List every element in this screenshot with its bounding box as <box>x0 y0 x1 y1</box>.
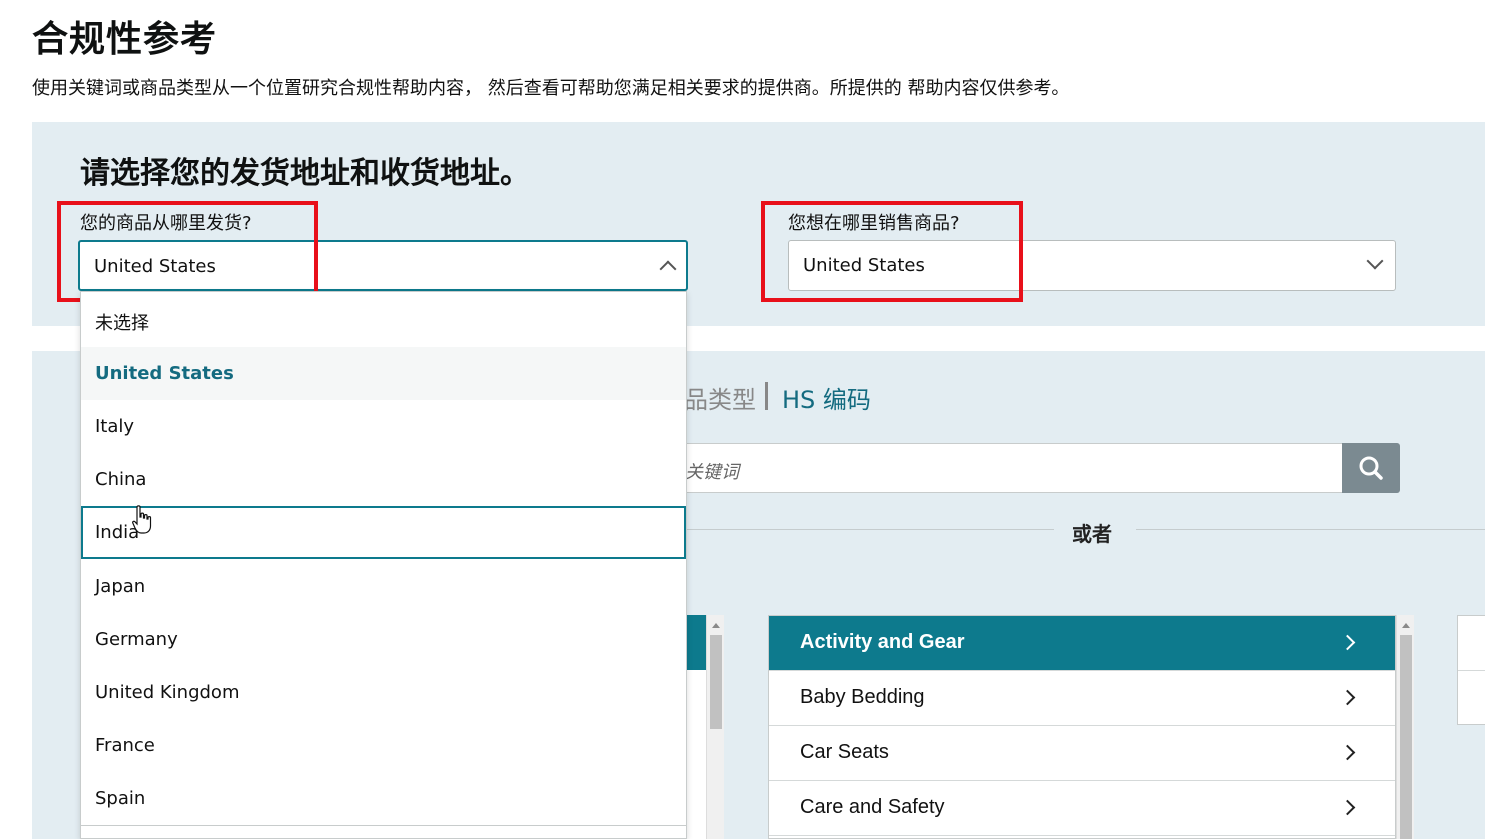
dropdown-option-japan[interactable]: Japan <box>81 560 686 613</box>
scroll-up-arrow-icon[interactable] <box>1402 623 1410 628</box>
category-item-car-seats[interactable]: Car Seats <box>769 726 1395 781</box>
chevron-right-icon <box>1339 634 1356 651</box>
search-button[interactable] <box>1342 443 1400 493</box>
dropdown-option-germany[interactable]: Germany <box>81 613 686 666</box>
category-label: Care and Safety <box>800 796 945 818</box>
option-label: Germany <box>95 629 178 650</box>
hand-cursor-icon <box>132 505 152 534</box>
tab-product-type[interactable]: 品类型 <box>684 380 756 415</box>
divider-left <box>686 529 1054 530</box>
ship-from-dropdown-list: 未选择 United States Italy China India Japa… <box>80 291 687 839</box>
left-list-scrollbar[interactable] <box>706 615 724 839</box>
page-description: 使用关键词或商品类型从一个位置研究合规性帮助内容， 然后查看可帮助您满足相关要求… <box>32 78 1070 99</box>
chevron-right-icon <box>1339 799 1356 816</box>
address-panel-heading: 请选择您的发货地址和收货地址。 <box>80 156 530 191</box>
scroll-up-arrow-icon[interactable] <box>712 623 720 628</box>
chevron-up-icon <box>659 260 677 278</box>
dropdown-option-italy[interactable]: Italy <box>81 400 686 453</box>
dropdown-bottom-edge <box>81 825 686 838</box>
dropdown-option-france[interactable]: France <box>81 719 686 772</box>
category-item-activity-and-gear[interactable]: Activity and Gear <box>769 616 1395 671</box>
dropdown-option-spain[interactable]: Spain <box>81 772 686 825</box>
tab-hs-code[interactable]: HS 编码 <box>782 380 871 415</box>
option-label: China <box>95 469 147 490</box>
category-list: Activity and Gear Baby Bedding Car Seats… <box>768 615 1396 839</box>
dropdown-option-united-states[interactable]: United States <box>81 347 686 400</box>
option-label: Italy <box>95 416 135 437</box>
option-label: United Kingdom <box>95 682 240 703</box>
highlight-box-ship-from <box>57 201 318 302</box>
page-title: 合规性参考 <box>32 19 218 60</box>
category-label: Baby Bedding <box>800 686 925 708</box>
right-category-list-edge <box>1457 615 1485 725</box>
tab-separator <box>765 382 768 410</box>
chevron-right-icon <box>1339 689 1356 706</box>
option-label: France <box>95 735 155 756</box>
dropdown-option-united-kingdom[interactable]: United Kingdom <box>81 666 686 719</box>
dropdown-option-none[interactable]: 未选择 <box>81 293 686 346</box>
dropdown-option-india[interactable]: India <box>81 506 686 559</box>
option-label: United States <box>95 363 234 384</box>
chevron-down-icon <box>1366 252 1384 270</box>
search-placeholder: 关键词 <box>685 462 739 483</box>
option-label: Spain <box>95 788 146 809</box>
dropdown-option-china[interactable]: China <box>81 453 686 506</box>
category-item-care-and-safety[interactable]: Care and Safety <box>769 781 1395 836</box>
scroll-thumb[interactable] <box>1400 635 1412 839</box>
category-list-scrollbar[interactable] <box>1396 615 1414 839</box>
highlight-box-sell-to <box>761 201 1023 302</box>
scroll-thumb[interactable] <box>710 635 722 729</box>
search-icon <box>1359 456 1383 480</box>
category-label: Activity and Gear <box>800 631 965 653</box>
option-label: 未选择 <box>95 313 149 334</box>
keyword-search-input[interactable]: 关键词 <box>682 443 1343 493</box>
category-label: Car Seats <box>800 741 889 763</box>
category-item-baby-bedding[interactable]: Baby Bedding <box>769 671 1395 726</box>
divider-right <box>1136 529 1485 530</box>
or-separator-text: 或者 <box>1072 522 1112 546</box>
left-category-active-edge <box>686 615 706 670</box>
option-label: Japan <box>95 576 146 597</box>
chevron-right-icon <box>1339 744 1356 761</box>
